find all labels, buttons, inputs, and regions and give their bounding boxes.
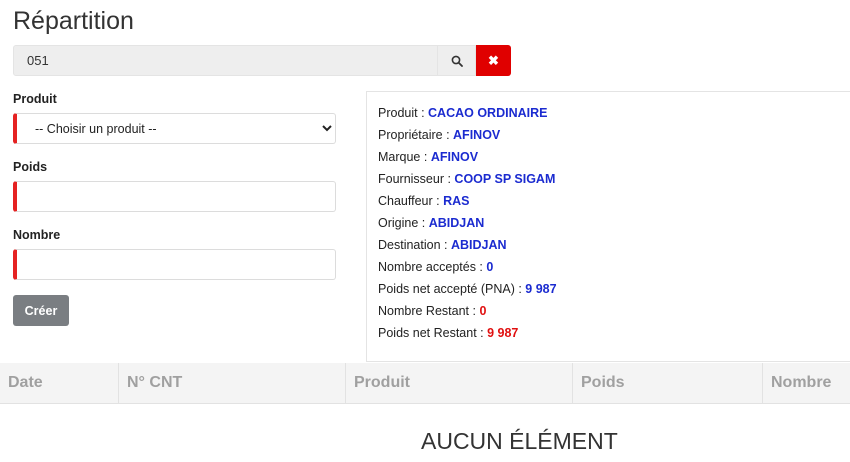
info-line-marque: Marque : AFINOV	[378, 150, 479, 164]
info-line-poids-net-restant: Poids net Restant : 9 987	[378, 326, 519, 340]
poids-label: Poids	[13, 160, 48, 174]
produit-select-wrapper: -- Choisir un produit --	[13, 113, 336, 144]
info-value: ABIDJAN	[450, 238, 507, 252]
info-value: ABIDJAN	[428, 216, 485, 230]
info-value: AFINOV	[453, 128, 501, 142]
close-icon: ✖	[488, 52, 499, 68]
info-value: 0	[486, 260, 494, 274]
info-value: COOP SP SIGAM	[454, 172, 556, 186]
info-value: 0	[479, 304, 487, 318]
nombre-input[interactable]	[13, 249, 336, 280]
info-panel: Produit : CACAO ORDINAIRE Propriétaire :…	[366, 91, 850, 362]
search-input[interactable]	[13, 45, 438, 76]
table-header: Date N° CNT Produit Poids Nombre	[0, 363, 850, 404]
info-value: RAS	[443, 194, 470, 208]
info-value: 9 987	[487, 326, 519, 340]
produit-select[interactable]: -- Choisir un produit --	[17, 114, 335, 143]
produit-label: Produit	[13, 92, 57, 106]
info-line-proprietaire: Propriétaire : AFINOV	[378, 128, 501, 142]
info-line-destination: Destination : ABIDJAN	[378, 238, 507, 252]
search-icon	[451, 55, 463, 67]
info-line-origine: Origine : ABIDJAN	[378, 216, 485, 230]
info-value: AFINOV	[430, 150, 479, 164]
create-button[interactable]: Créer	[13, 295, 69, 326]
column-header-cnt[interactable]: N° CNT	[119, 363, 346, 403]
page-title: Répartition	[13, 7, 134, 35]
search-button[interactable]	[438, 45, 476, 76]
info-value: CACAO ORDINAIRE	[428, 106, 548, 120]
clear-search-button[interactable]: ✖	[476, 45, 511, 76]
nombre-label: Nombre	[13, 228, 61, 242]
column-header-poids[interactable]: Poids	[573, 363, 763, 403]
column-header-produit[interactable]: Produit	[346, 363, 573, 403]
info-line-fournisseur: Fournisseur : COOP SP SIGAM	[378, 172, 556, 186]
info-line-nombre-acceptes: Nombre acceptés : 0	[378, 260, 494, 274]
info-line-produit: Produit : CACAO ORDINAIRE	[378, 106, 548, 120]
info-line-chauffeur: Chauffeur : RAS	[378, 194, 470, 208]
search-bar: ✖	[13, 45, 511, 76]
info-value: 9 987	[525, 282, 557, 296]
info-line-nombre-restant: Nombre Restant : 0	[378, 304, 487, 318]
column-header-nombre[interactable]: Nombre	[763, 363, 850, 403]
poids-input[interactable]	[13, 181, 336, 212]
column-header-date[interactable]: Date	[0, 363, 119, 403]
empty-state: AUCUN ÉLÉMENT	[421, 428, 618, 454]
info-line-poids-net-accepte: Poids net accepté (PNA) : 9 987	[378, 282, 557, 296]
